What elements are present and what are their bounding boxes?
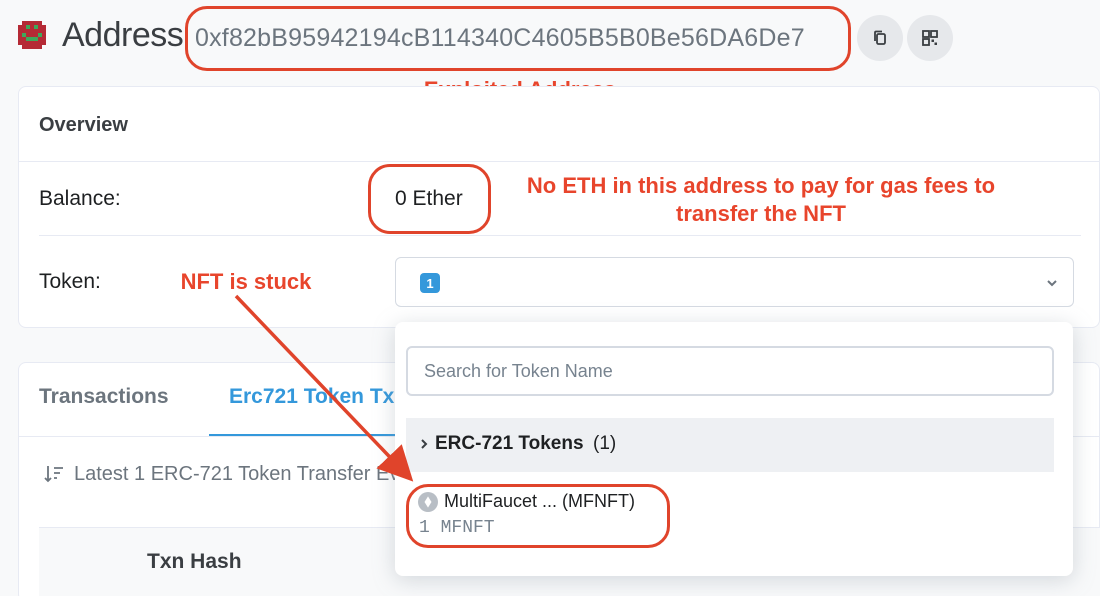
- latest-transfers-text: Latest 1 ERC-721 Token Transfer Events: [74, 463, 438, 485]
- tab-transactions[interactable]: Transactions: [39, 385, 169, 409]
- token-label: Token:: [39, 270, 101, 293]
- exploited-address-highlight: [185, 6, 851, 71]
- token-select[interactable]: 1: [395, 257, 1074, 307]
- nft-stuck-annotation: NFT is stuck: [180, 269, 312, 294]
- no-eth-annotation: No ETH in this address to pay for gas fe…: [526, 173, 996, 226]
- nft-item-highlight: [406, 484, 670, 548]
- token-count-badge: 1: [420, 273, 440, 293]
- group-label: ERC-721 Tokens: [435, 433, 584, 454]
- qr-code-icon: [922, 30, 938, 46]
- divider: [39, 235, 1081, 236]
- sort-descending-icon: [44, 466, 63, 483]
- chevron-right-icon: [421, 439, 428, 449]
- divider: [19, 161, 1100, 162]
- chevron-down-icon: [1047, 280, 1057, 287]
- balance-highlight: [368, 164, 491, 234]
- page-title: Address: [62, 16, 184, 54]
- copy-icon: [874, 30, 886, 45]
- balance-label: Balance:: [39, 187, 121, 210]
- address-identicon: [18, 21, 46, 49]
- qr-code-button[interactable]: [907, 15, 953, 61]
- overview-title: Overview: [39, 114, 128, 136]
- copy-address-button[interactable]: [857, 15, 903, 61]
- erc721-tokens-group[interactable]: ERC-721 Tokens (1): [406, 418, 1054, 472]
- tab-erc721-token-txns[interactable]: Erc721 Token Tx: [229, 385, 394, 409]
- group-count: (1): [593, 433, 617, 454]
- column-txn-hash: Txn Hash: [147, 550, 242, 573]
- token-search-input[interactable]: [406, 346, 1054, 396]
